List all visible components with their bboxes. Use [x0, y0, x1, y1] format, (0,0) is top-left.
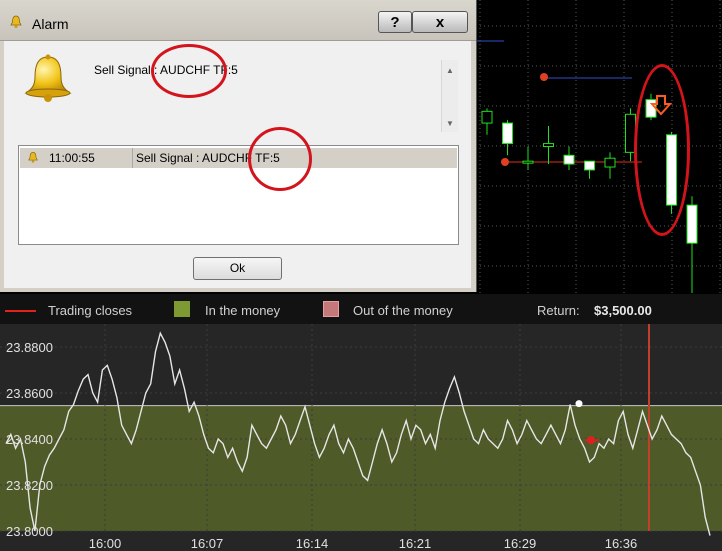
x-tick-label: 16:29: [504, 536, 537, 551]
price-plot: 23.800023.820023.840023.860023.880016:00…: [0, 324, 722, 551]
annotation-circle: [248, 127, 312, 191]
candle-body: [563, 154, 575, 165]
trading-chart[interactable]: Trading closes In the money Out of the m…: [0, 294, 722, 551]
alarm-titlebar[interactable]: Alarm ? x: [0, 0, 476, 41]
dialog-title: Alarm: [32, 16, 69, 32]
y-tick-label: 23.8800: [6, 340, 53, 355]
alarm-time: 11:00:55: [49, 151, 95, 165]
candle-body: [604, 157, 616, 168]
alarm-dialog: Alarm ? x Sell Signal : AUDCHF TF:5 ▲ ▼ …: [0, 0, 477, 292]
y-tick-label: 23.8600: [6, 386, 53, 401]
alarm-history-list[interactable]: 11:00:55 Sell Signal : AUDCHF TF:5: [18, 145, 459, 245]
x-tick-label: 16:14: [296, 536, 329, 551]
annotation-circle: [634, 64, 690, 236]
x-tick-label: 16:21: [399, 536, 432, 551]
close-button[interactable]: x: [412, 11, 468, 33]
alarm-bell-icon: [24, 54, 72, 102]
candle-body: [543, 143, 554, 148]
ok-button[interactable]: Ok: [193, 257, 282, 280]
annotation-circle: [151, 44, 227, 98]
candle-body: [502, 122, 513, 145]
scroll-up-icon[interactable]: ▲: [446, 66, 454, 75]
level-dot: [501, 158, 509, 166]
column-divider: [132, 148, 133, 168]
message-scrollbar[interactable]: ▲ ▼: [441, 60, 458, 132]
x-tick-label: 16:36: [605, 536, 638, 551]
list-item[interactable]: 11:00:55 Sell Signal : AUDCHF TF:5: [20, 148, 457, 168]
bell-icon: [10, 15, 22, 28]
x-tick-label: 16:07: [191, 536, 224, 551]
candle-body: [686, 204, 698, 244]
x-tick-label: 16:00: [89, 536, 122, 551]
candle-body: [522, 160, 534, 164]
y-tick-label: 23.8200: [6, 478, 53, 493]
scroll-down-icon[interactable]: ▼: [446, 119, 454, 128]
y-tick-label: 23.8000: [6, 524, 53, 539]
bell-icon: [28, 152, 38, 163]
entry-point-marker: [575, 400, 583, 408]
help-button[interactable]: ?: [378, 11, 412, 33]
in-the-money-zone: [0, 405, 722, 531]
candle-body: [584, 160, 595, 171]
level-dot: [540, 73, 548, 81]
candle-body: [481, 110, 493, 124]
